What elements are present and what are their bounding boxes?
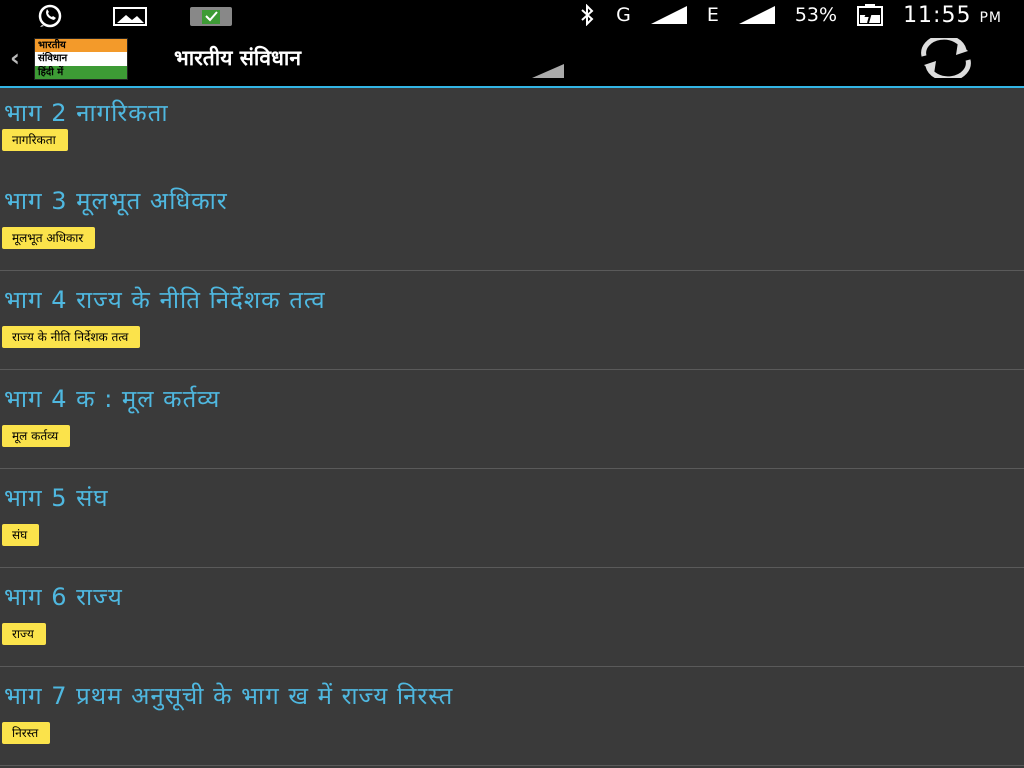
list-item[interactable]: भाग 6 राज्य राज्य [0, 568, 1024, 667]
list-item-tag: राज्य के नीति निर्देशक तत्व [2, 326, 141, 348]
status-bar: G E 53% 11:55 PM [0, 0, 1024, 30]
list-item-title: भाग 4 क : मूल कर्तव्य [4, 385, 221, 413]
image-icon [113, 7, 147, 26]
action-bar: ‹ भारतीय संविधान हिंदी में भारतीय संविधा… [0, 30, 1024, 88]
signal-icon [650, 6, 687, 24]
back-chevron-icon[interactable]: ‹ [10, 44, 20, 72]
list-item-tag: राज्य [2, 623, 46, 645]
list-item-tag: मूल कर्तव्य [2, 425, 71, 447]
list-item-title: भाग 5 संघ [4, 484, 109, 512]
system-indicators: G E 53% 11:55 PM [576, 0, 1002, 30]
battery-percent: 53% [794, 4, 838, 26]
list-item-title: भाग 6 राज्य [4, 583, 123, 611]
list-item-title: भाग 7 प्रथम अनुसूची के भाग ख में राज्य न… [4, 682, 454, 710]
logo-line-2: संविधान [35, 52, 127, 66]
list-item[interactable]: भाग 4 क : मूल कर्तव्य मूल कर्तव्य [0, 370, 1024, 469]
store-icon [190, 7, 232, 26]
logo-line-3: हिंदी में [35, 65, 127, 79]
list-item-tag: संघ [2, 524, 40, 546]
spinner-dropdown-icon[interactable] [532, 64, 564, 78]
list-item-title: भाग 4 राज्य के नीति निर्देशक तत्व [4, 286, 326, 314]
network-type-1: G [616, 4, 631, 26]
list-item[interactable]: भाग 7 प्रथम अनुसूची के भाग ख में राज्य न… [0, 667, 1024, 766]
whatsapp-icon [38, 4, 62, 28]
list-item-title: भाग 2 नागरिकता [4, 99, 169, 127]
list-item-tag: मूलभूत अधिकार [2, 227, 96, 249]
page-title[interactable]: भारतीय संविधान [174, 44, 301, 72]
app-logo[interactable]: भारतीय संविधान हिंदी में [34, 38, 128, 80]
network-type-2: E [706, 4, 719, 26]
chapter-list: भाग 2 नागरिकता नागरिकता भाग 3 मूलभूत अधि… [0, 88, 1024, 766]
notification-icons [28, 4, 234, 28]
bluetooth-icon [581, 4, 594, 26]
list-item[interactable]: भाग 5 संघ संघ [0, 469, 1024, 568]
clock-ampm: PM [979, 9, 1002, 26]
list-item[interactable]: भाग 2 नागरिकता नागरिकता [0, 88, 1024, 172]
list-item-tag: नागरिकता [2, 129, 68, 151]
clock-time: 11:55 [903, 2, 972, 28]
battery-icon [857, 4, 884, 26]
signal-icon-2 [738, 6, 775, 24]
list-item-tag: निरस्त [2, 722, 51, 744]
list-item[interactable]: भाग 4 राज्य के नीति निर्देशक तत्व राज्य … [0, 271, 1024, 370]
list-item[interactable]: भाग 3 मूलभूत अधिकार मूलभूत अधिकार [0, 172, 1024, 271]
list-item-title: भाग 3 मूलभूत अधिकार [4, 187, 228, 215]
refresh-icon[interactable] [914, 38, 978, 78]
clock: 11:55 PM [903, 3, 1002, 28]
logo-line-1: भारतीय [35, 39, 127, 53]
